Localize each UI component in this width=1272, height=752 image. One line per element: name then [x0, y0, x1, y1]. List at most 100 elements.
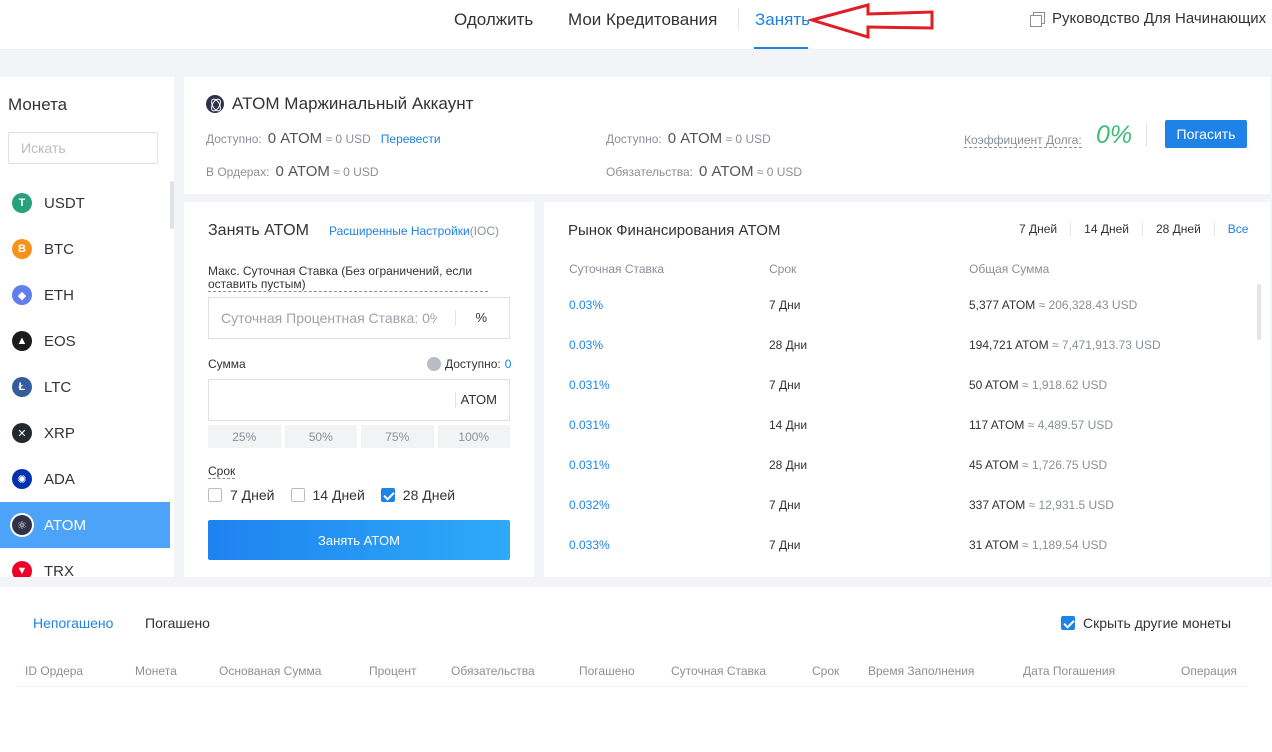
- table-row[interactable]: 0.031% 7 Дни 50 ATOM ≈ 1,918.62 USD: [544, 378, 1254, 418]
- ada-icon: ✺: [12, 469, 32, 489]
- term-label: Срок: [208, 464, 236, 479]
- btc-icon: B: [12, 239, 32, 259]
- sidebar-item-ada[interactable]: ✺ ADA: [0, 456, 170, 502]
- table-row[interactable]: 0.03% 28 Дни 194,721 ATOM ≈ 7,471,913.73 U…: [544, 338, 1254, 378]
- debt-ratio-label[interactable]: Коэффициент Долга:: [964, 133, 1082, 148]
- percent-25-button[interactable]: 25%: [208, 425, 281, 448]
- term-7-days[interactable]: 7 Дней: [208, 487, 275, 503]
- row-rate: 0.033%: [569, 538, 610, 552]
- hide-other-coins-checkbox[interactable]: [1061, 616, 1075, 630]
- nav-divider: [738, 8, 739, 30]
- percent-50-button[interactable]: 50%: [284, 425, 357, 448]
- market-scrollbar[interactable]: [1257, 284, 1261, 340]
- table-row[interactable]: 0.031% 28 Дни 45 ATOM ≈ 1,726.75 USD: [544, 458, 1254, 498]
- amount-available-value[interactable]: 0: [505, 357, 512, 371]
- percent-75-button[interactable]: 75%: [361, 425, 434, 448]
- row-term: 7 Дни: [769, 378, 801, 392]
- daily-rate-input[interactable]: [209, 298, 449, 338]
- sidebar-item-ltc[interactable]: Ł LTC: [0, 364, 170, 410]
- sidebar-item-label: ADA: [44, 470, 75, 488]
- term-28-label: 28 Дней: [402, 487, 456, 503]
- sidebar-item-eth[interactable]: ◆ ETH: [0, 272, 170, 318]
- borrow-submit-button[interactable]: Занять ATOM: [208, 520, 510, 560]
- advanced-settings-link[interactable]: Расширенные Настройки(IOC): [329, 224, 499, 238]
- account-title-text: ATOM Маржинальный Аккаунт: [232, 94, 474, 113]
- rate-unit: %: [475, 310, 487, 325]
- filter-14-days[interactable]: 14 Дней: [1071, 222, 1143, 236]
- filter-7-days[interactable]: 7 Дней: [1006, 222, 1072, 236]
- row-term: 7 Дни: [769, 538, 801, 552]
- liabilities-label: Обязательства:: [606, 165, 693, 179]
- beginner-guide-link[interactable]: Руководство Для Начинающих: [1030, 10, 1266, 27]
- amount-available: Доступно: 0: [427, 357, 511, 371]
- sidebar-item-atom[interactable]: ⚛ ATOM: [0, 502, 170, 548]
- ltc-icon: Ł: [12, 377, 32, 397]
- coin-search-input[interactable]: [8, 132, 158, 164]
- sidebar-scrollbar[interactable]: [170, 181, 174, 229]
- hide-other-coins-toggle[interactable]: Скрыть другие монеты: [1061, 615, 1231, 631]
- row-term: 28 Дни: [769, 458, 808, 472]
- percent-100-button[interactable]: 100%: [437, 425, 510, 448]
- tab-outstanding[interactable]: Непогашено: [33, 615, 113, 631]
- market-title: Рынок Финансирования ATOM: [568, 222, 781, 239]
- checkbox-28-days[interactable]: [380, 488, 395, 502]
- sidebar-item-btc[interactable]: B BTC: [0, 226, 170, 272]
- margin-account-panel: ATOM Маржинальный Аккаунт Доступно: 0 ATO…: [184, 77, 1270, 194]
- sidebar-title: Монета: [8, 95, 68, 114]
- copy-icon: [1030, 11, 1045, 27]
- amount-input[interactable]: [209, 380, 449, 420]
- col-liabilities: Обязательства: [451, 664, 535, 678]
- row-amount: 5,377 ATOM: [969, 298, 1036, 312]
- tab-lend[interactable]: Одолжить: [454, 10, 533, 30]
- term-28-days[interactable]: 28 Дней: [380, 487, 456, 503]
- checkbox-14-days[interactable]: [290, 488, 305, 502]
- sidebar-item-trx[interactable]: ▼ TRX: [0, 548, 170, 577]
- row-term: 14 Дни: [769, 418, 808, 432]
- row-rate: 0.032%: [569, 498, 610, 512]
- tab-borrow[interactable]: Занять: [755, 10, 810, 30]
- repay-button[interactable]: Погасить: [1165, 120, 1247, 148]
- table-row[interactable]: 0.031% 14 Дни 117 ATOM ≈ 4,489.57 USD: [544, 418, 1254, 458]
- filter-all[interactable]: Все: [1215, 222, 1262, 236]
- ioc-label: (IOC): [469, 224, 500, 238]
- available2-value: 0 ATOM: [667, 130, 723, 147]
- col-order-id: ID Ордера: [25, 664, 84, 678]
- row-rate: 0.03%: [569, 298, 604, 312]
- available-usd: ≈ 0 USD: [325, 132, 371, 146]
- sidebar-item-usdt[interactable]: T USDT: [0, 180, 170, 226]
- filter-28-days[interactable]: 28 Дней: [1143, 222, 1215, 236]
- in-orders-label: В Ордерах:: [206, 165, 270, 179]
- sidebar-item-label: EOS: [44, 332, 76, 350]
- sidebar-item-label: USDT: [44, 194, 85, 212]
- beginner-guide-label: Руководство Для Начинающих: [1052, 10, 1267, 27]
- borrow-title: Занять ATOM: [208, 222, 309, 239]
- row-rate: 0.031%: [569, 378, 610, 392]
- row-total: 337 ATOM ≈ 12,931.5 USD: [969, 498, 1114, 512]
- row-rate: 0.03%: [569, 338, 604, 352]
- table-row[interactable]: 0.033% 7 Дни 31 ATOM ≈ 1,189.54 USD: [544, 538, 1254, 577]
- transfer-link[interactable]: Перевести: [381, 132, 441, 146]
- sidebar-item-label: TRX: [44, 562, 74, 578]
- row-amount: 31 ATOM: [969, 538, 1019, 552]
- table-row[interactable]: 0.032% 7 Дни 337 ATOM ≈ 12,931.5 USD: [544, 498, 1254, 538]
- account-in-orders: В Ордерах: 0 ATOM ≈ 0 USD: [206, 163, 379, 180]
- term-14-days[interactable]: 14 Дней: [290, 487, 365, 503]
- checkbox-7-days[interactable]: [208, 488, 222, 502]
- row-total: 117 ATOM ≈ 4,489.57 USD: [969, 418, 1113, 432]
- liabilities-usd: ≈ 0 USD: [756, 165, 803, 179]
- red-arrow-annotation: [808, 3, 934, 40]
- col-principal: Основаная Сумма: [219, 664, 322, 678]
- hide-other-coins-label: Скрыть другие монеты: [1083, 615, 1232, 631]
- sidebar-item-xrp[interactable]: ✕ XRP: [0, 410, 170, 456]
- row-amount: 50 ATOM: [969, 378, 1019, 392]
- amount-label: Сумма: [208, 357, 246, 371]
- coin-sidebar: Монета T USDT B BTC ◆ ETH ▲ EOS Ł LTC ✕ XRP ✺ ADA ⚛ ATO…: [0, 77, 174, 577]
- table-row[interactable]: 0.03% 7 Дни 5,377 ATOM ≈ 206,328.43 USD: [544, 298, 1254, 338]
- sidebar-item-label: XRP: [44, 424, 75, 442]
- tab-repaid[interactable]: Погашено: [145, 615, 210, 631]
- row-usd: ≈ 12,931.5 USD: [1028, 498, 1114, 512]
- sidebar-item-eos[interactable]: ▲ EOS: [0, 318, 170, 364]
- tab-my-loans[interactable]: Мои Кредитования: [568, 10, 717, 30]
- top-nav: Одолжить Мои Кредитования Занять Руковод…: [0, 0, 1272, 50]
- eth-icon: ◆: [12, 285, 32, 305]
